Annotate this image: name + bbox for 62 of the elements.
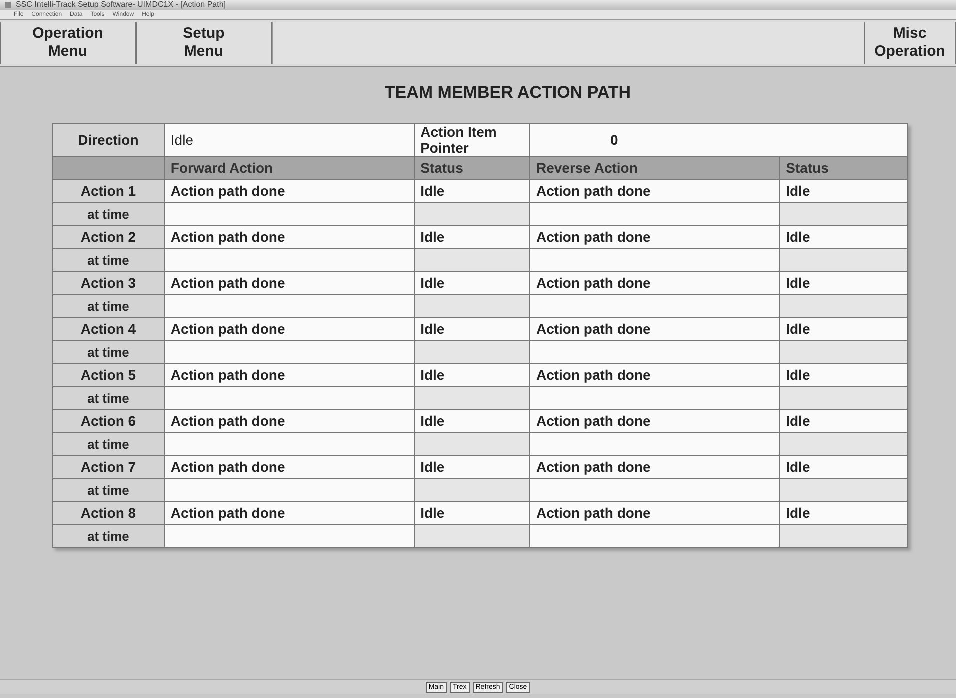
table-cell: at time <box>52 386 164 410</box>
table-cell: Idle <box>414 364 530 386</box>
table-cell: Action 3 <box>52 272 164 294</box>
table-cell: Idle <box>780 272 908 294</box>
table-cell: Direction <box>52 124 164 156</box>
table-cell: Action path done <box>164 502 414 524</box>
table-cell: Action 6 <box>52 410 164 432</box>
table-cell: Action 7 <box>52 456 164 478</box>
table-cell: Idle <box>414 272 530 294</box>
table-cell: Idle <box>780 502 908 524</box>
table-cell: Idle <box>780 318 908 340</box>
table-cell: at time <box>52 202 164 226</box>
table-cell: Action path done <box>530 456 780 478</box>
column-header: Status <box>414 156 530 180</box>
app-icon <box>4 1 12 9</box>
table-cell: Action path done <box>164 456 414 478</box>
table-cell: Action path done <box>530 502 780 524</box>
column-header: Reverse Action <box>530 156 780 180</box>
table-cell: at time <box>52 340 164 364</box>
table-cell: Idle <box>414 410 530 432</box>
table-cell: at time <box>52 294 164 318</box>
table-cell: Action 5 <box>52 364 164 386</box>
table-cell: at time <box>52 524 164 548</box>
table-cell: Idle <box>780 456 908 478</box>
column-header: Status <box>780 156 908 180</box>
table-cell: Idle <box>780 410 908 432</box>
table-cell: Action 2 <box>52 226 164 248</box>
table-cell: Action 8 <box>52 502 164 524</box>
toolbar-button[interactable]: Setup Menu <box>136 22 272 64</box>
table-cell: Idle <box>414 180 530 202</box>
table-cell: Idle <box>414 226 530 248</box>
table-cell: Idle <box>780 180 908 202</box>
table-cell: at time <box>52 248 164 272</box>
table-cell: Action path done <box>164 364 414 386</box>
toolbar-button[interactable]: Misc Operation <box>864 22 956 64</box>
table-cell: at time <box>52 432 164 456</box>
table-cell: Action path done <box>530 364 780 386</box>
table-cell: Idle <box>414 456 530 478</box>
table-cell: Action 1 <box>52 180 164 202</box>
window-title: SSC Intelli-Track Setup Software- UIMDC1X - [Action Path] <box>16 0 226 10</box>
page-heading: TEAM MEMBER ACTION PATH <box>384 83 632 103</box>
table-cell: Action path done <box>164 180 414 202</box>
table-cell: Idle <box>780 364 908 386</box>
table-cell: Action path done <box>530 410 780 432</box>
table-cell: Idle <box>414 502 530 524</box>
table-cell: Action path done <box>530 180 780 202</box>
table-cell: 0 <box>530 124 908 156</box>
toolbar-button[interactable]: Operation Menu <box>0 22 136 64</box>
table-cell: Action path done <box>530 272 780 294</box>
table-cell: Action path done <box>164 272 414 294</box>
column-header: Forward Action <box>164 156 414 180</box>
table-cell: Idle <box>164 124 414 156</box>
table-cell: Action path done <box>164 226 414 248</box>
table-cell: at time <box>52 478 164 502</box>
table-cell: Action 4 <box>52 318 164 340</box>
table-cell: Idle <box>414 318 530 340</box>
table-cell: Action Item Pointer <box>414 124 530 156</box>
table-cell: Idle <box>780 226 908 248</box>
table-cell: Action path done <box>164 318 414 340</box>
table-cell: Action path done <box>530 226 780 248</box>
table-cell: Action path done <box>164 410 414 432</box>
table-cell: Action path done <box>530 318 780 340</box>
